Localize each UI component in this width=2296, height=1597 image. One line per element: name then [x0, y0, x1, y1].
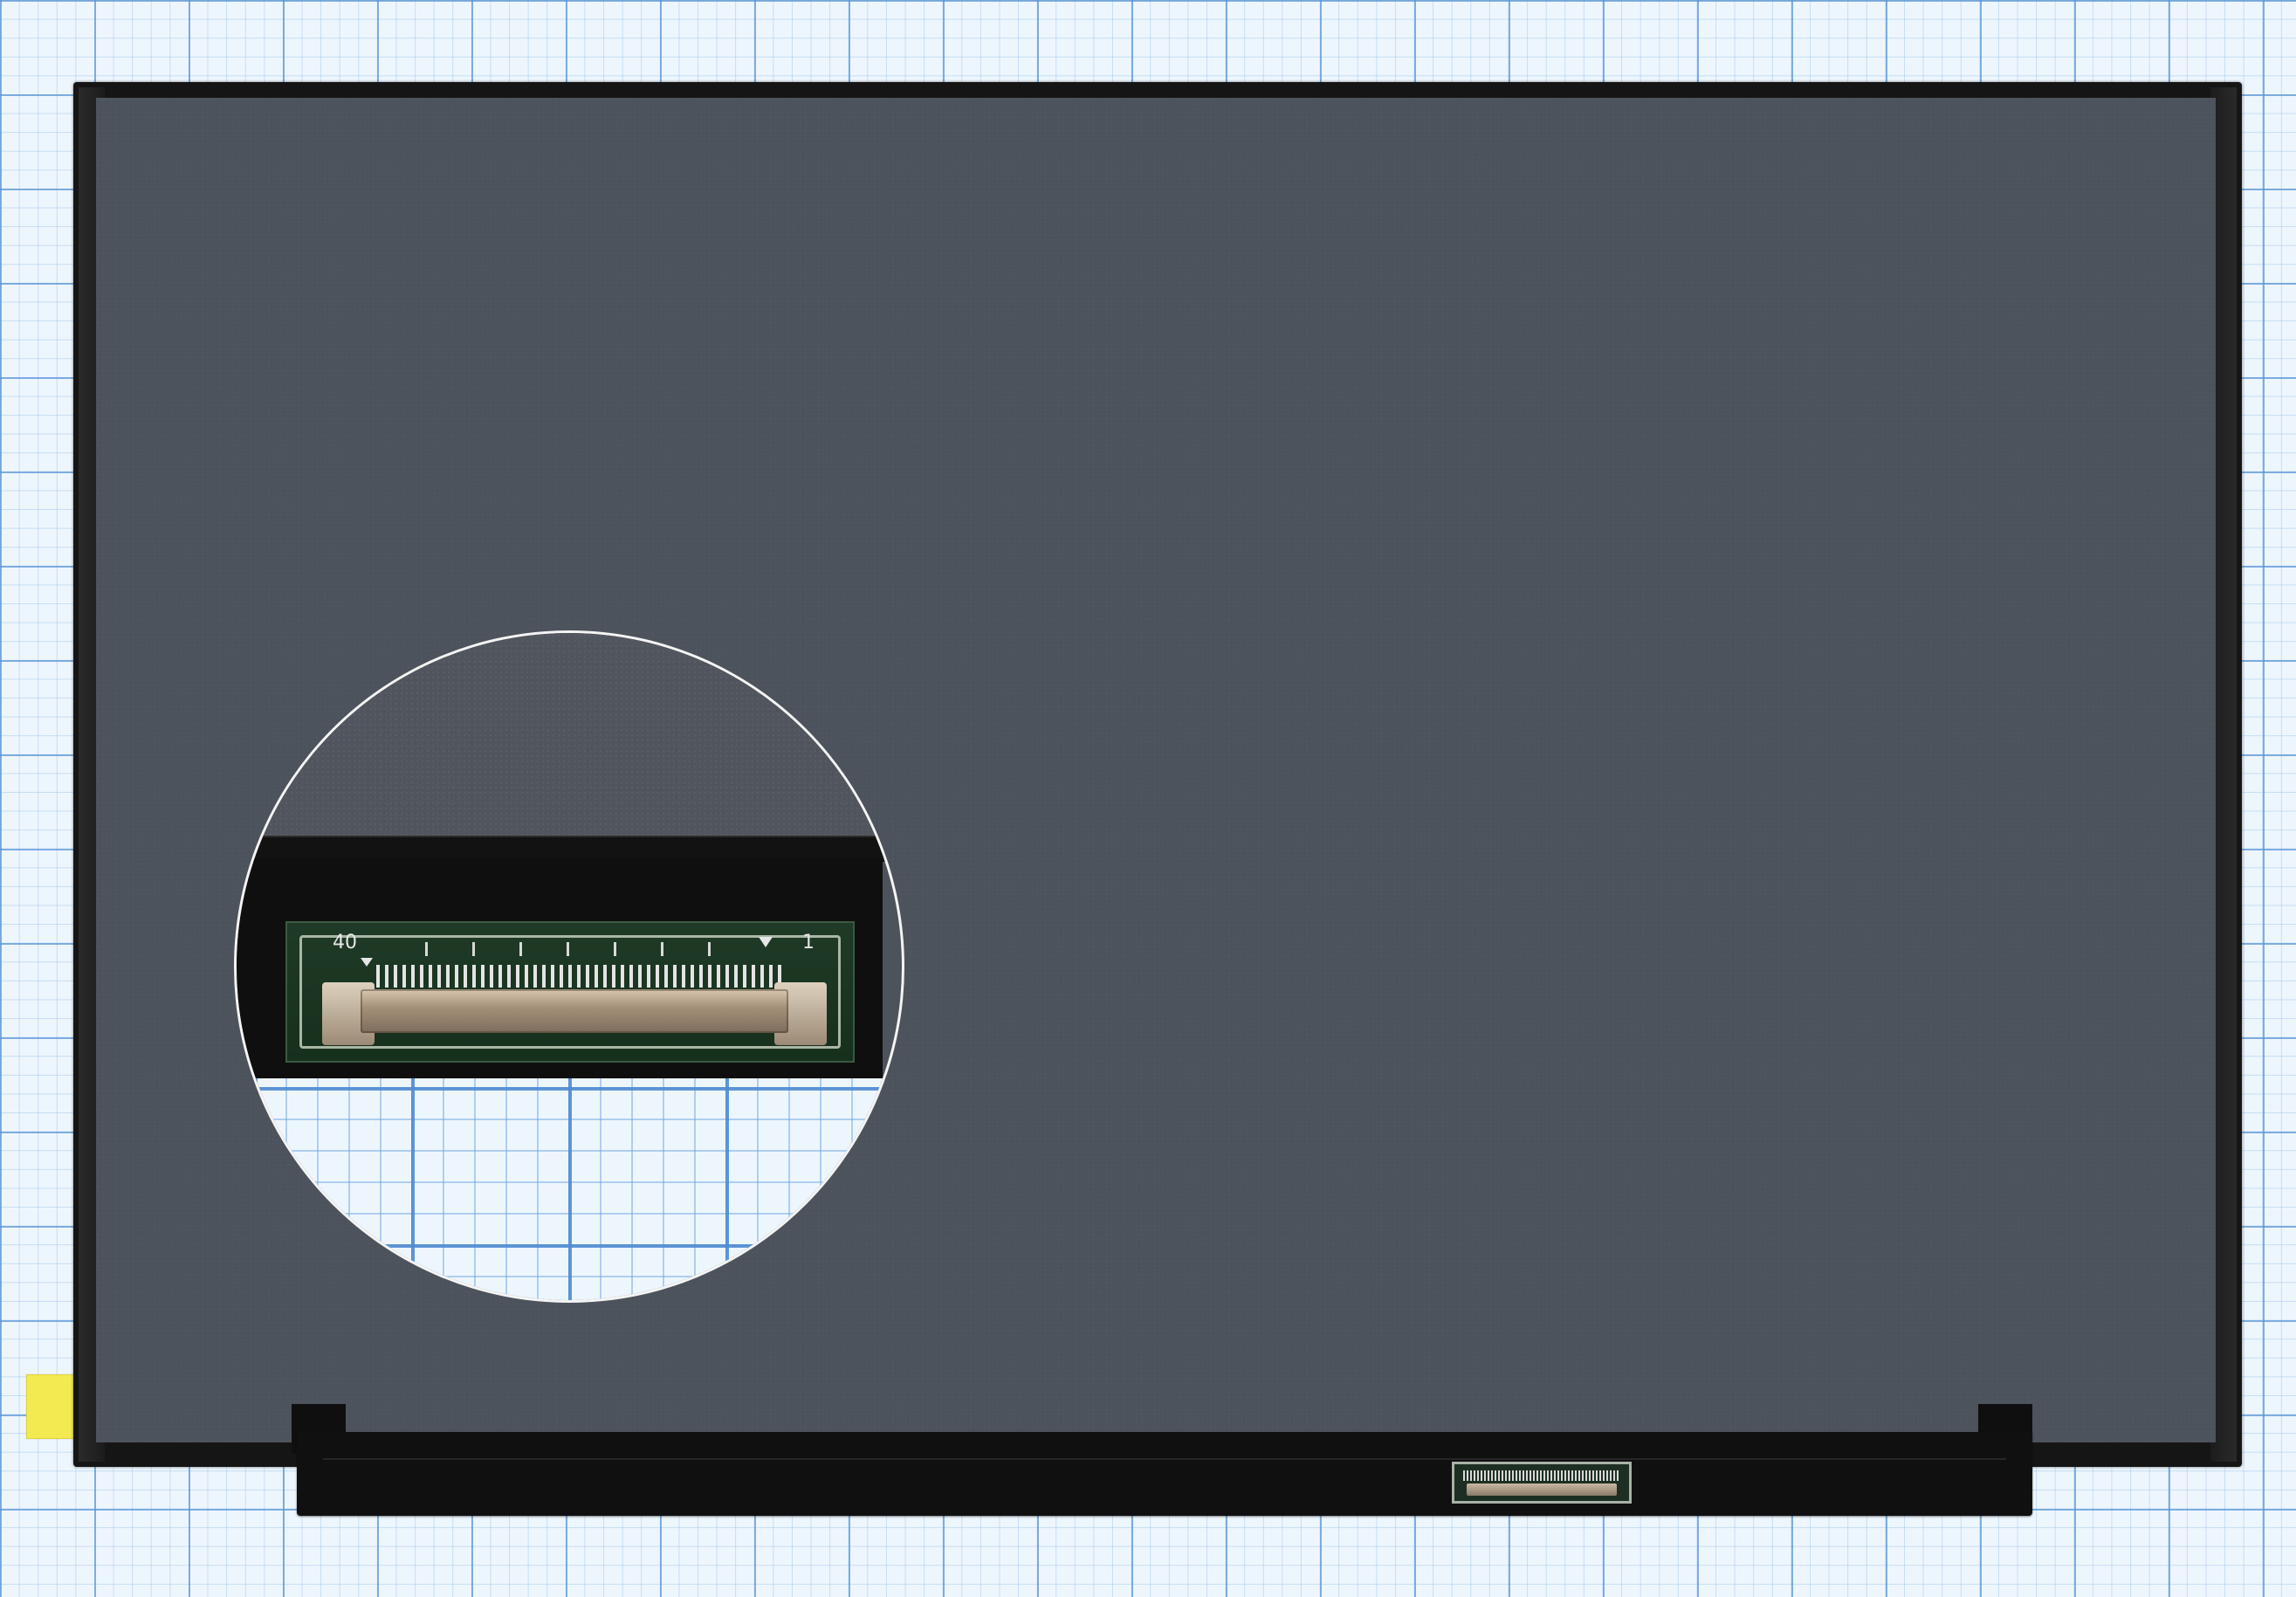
zoom-connector-housing — [361, 989, 788, 1033]
pin40-marker-icon — [361, 958, 373, 967]
driver-board-strip — [297, 1432, 2032, 1516]
edp-connector — [1452, 1462, 1632, 1504]
pin-label-40: 40 — [333, 932, 357, 953]
zoom-connector-pcb: 40 1 — [285, 921, 855, 1063]
pin-label-1: 1 — [802, 932, 815, 953]
yellow-tape — [26, 1374, 79, 1439]
silkscreen-ticks — [425, 942, 755, 956]
strip-groove — [323, 1458, 2006, 1460]
zoom-graph-paper — [237, 1078, 902, 1300]
connector-pins — [1463, 1470, 1620, 1481]
connector-housing — [1467, 1483, 1617, 1496]
zoom-screen-surface — [237, 633, 902, 838]
pin1-marker-icon — [759, 937, 773, 947]
connector-zoom-inset: 40 1 — [234, 630, 904, 1303]
zoom-connector-pins — [376, 965, 781, 988]
